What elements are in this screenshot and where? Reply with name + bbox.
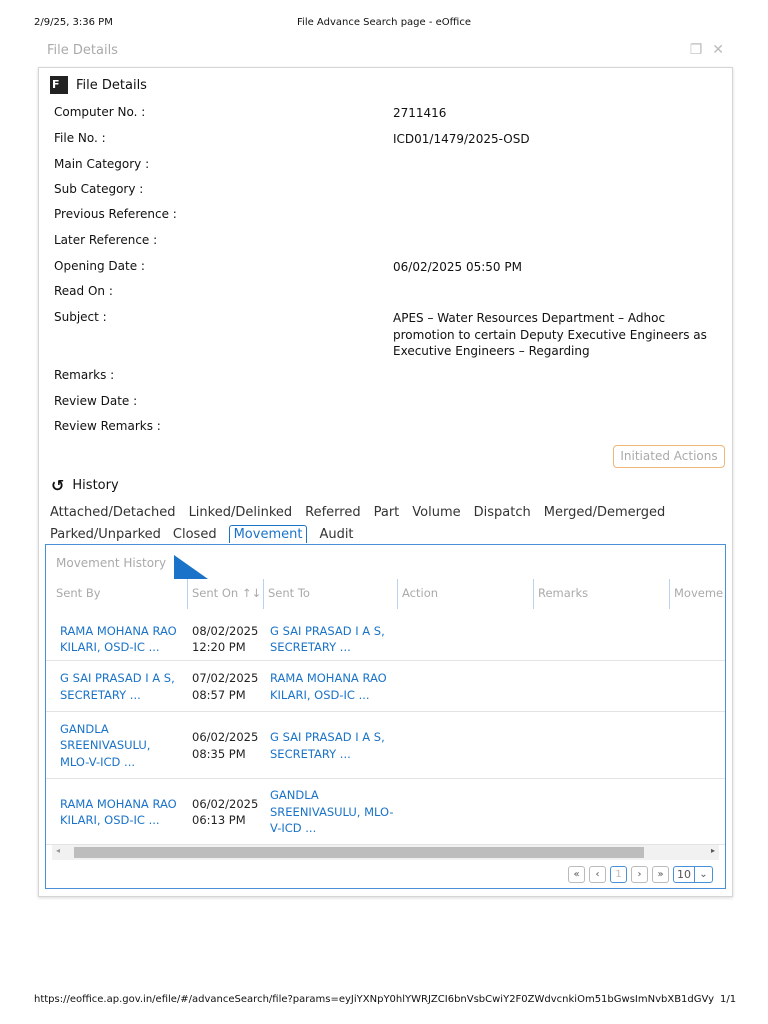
first-page-button[interactable]: « — [568, 866, 585, 883]
column-divider[interactable] — [669, 579, 670, 609]
tab-part[interactable]: Part — [374, 505, 400, 520]
field-value: APES – Water Resources Department – Adho… — [393, 311, 707, 358]
sent-by-link[interactable]: G SAI PRASAD I A S, SECRETARY ... — [60, 670, 182, 703]
page-size-select[interactable]: 10 ⌄ — [673, 866, 713, 883]
table-row[interactable]: G SAI PRASAD I A S, SECRETARY ... 07/02/… — [46, 661, 725, 712]
field-label: Computer No. : — [54, 105, 146, 119]
tab-volume[interactable]: Volume — [412, 505, 460, 520]
history-icon: ↺ — [51, 476, 65, 495]
scrollbar-thumb[interactable] — [74, 847, 644, 858]
field-label: Later Reference : — [54, 233, 158, 247]
tab-closed[interactable]: Closed — [173, 527, 217, 545]
field-label: Sub Category : — [54, 182, 144, 196]
tab-dispatch[interactable]: Dispatch — [474, 505, 531, 520]
close-icon[interactable]: ✕ — [712, 42, 724, 58]
column-divider[interactable] — [187, 579, 188, 609]
field-label: Review Date : — [54, 394, 138, 408]
tab-indicator — [174, 555, 208, 579]
column-divider[interactable] — [533, 579, 534, 609]
tab-attached-detached[interactable]: Attached/Detached — [50, 505, 176, 520]
field-value: 2711416 — [393, 106, 447, 120]
field-label: Opening Date : — [54, 259, 145, 273]
sent-by-link[interactable]: RAMA MOHANA RAO KILARI, OSD-IC ... — [60, 796, 182, 829]
column-divider[interactable] — [263, 579, 264, 609]
sent-on: 06/02/2025 08:35 PM — [192, 730, 259, 761]
movement-history-title: Movement History — [56, 556, 167, 570]
tab-linked-delinked[interactable]: Linked/Delinked — [189, 505, 293, 520]
tab-parked-unparked[interactable]: Parked/Unparked — [50, 527, 161, 545]
column-header[interactable]: Moveme — [674, 586, 723, 600]
sent-on: 07/02/2025 08:57 PM — [192, 671, 259, 702]
field-value: 06/02/2025 05:50 PM — [393, 260, 522, 274]
column-header[interactable]: Sent By — [56, 586, 101, 600]
chevron-down-icon: ⌄ — [694, 867, 712, 882]
movement-panel: Movement History Sent By Sent On ↑↓ Sent T… — [45, 544, 726, 889]
current-page[interactable]: 1 — [610, 866, 627, 883]
column-header[interactable]: Action — [402, 586, 438, 600]
initiated-actions-button[interactable]: Initiated Actions — [613, 445, 725, 468]
column-header[interactable]: Sent To — [268, 586, 310, 600]
column-header[interactable]: Sent On ↑↓ — [192, 586, 261, 600]
history-heading: History — [72, 478, 119, 493]
last-page-button[interactable]: » — [652, 866, 669, 883]
file-icon: F — [50, 76, 68, 94]
field-label: Read On : — [54, 284, 113, 298]
field-label: Review Remarks : — [54, 419, 161, 433]
field-label: Subject : — [54, 310, 107, 324]
sent-to-link[interactable]: G SAI PRASAD I A S, SECRETARY ... — [270, 623, 394, 656]
column-header[interactable]: Remarks — [538, 586, 588, 600]
sent-to-link[interactable]: RAMA MOHANA RAO KILARI, OSD-IC ... — [270, 670, 394, 703]
sent-on: 06/02/2025 06:13 PM — [192, 796, 259, 828]
sent-on: 08/02/2025 12:20 PM — [192, 623, 259, 655]
sent-by-link[interactable]: GANDLA SREENIVASULU, MLO-V-ICD ... — [60, 721, 182, 771]
field-label: File No. : — [54, 131, 106, 145]
dialog-title: File Details — [47, 43, 118, 58]
horizontal-scrollbar[interactable]: ◂ ▸ — [52, 845, 719, 860]
next-page-button[interactable]: › — [631, 866, 648, 883]
table-row[interactable]: RAMA MOHANA RAO KILARI, OSD-IC ... 08/02… — [46, 617, 725, 661]
tab-referred[interactable]: Referred — [305, 505, 360, 520]
print-url: https://eoffice.ap.gov.in/efile/#/advanc… — [34, 994, 714, 1005]
column-divider[interactable] — [397, 579, 398, 609]
field-label: Remarks : — [54, 368, 115, 382]
file-details-heading: File Details — [76, 77, 147, 93]
sent-to-link[interactable]: GANDLA SREENIVASULU, MLO-V-ICD ... — [270, 787, 394, 837]
print-page-number: 1/1 — [720, 994, 737, 1005]
sent-by-link[interactable]: RAMA MOHANA RAO KILARI, OSD-IC ... — [60, 623, 182, 656]
prev-page-button[interactable]: ‹ — [589, 866, 606, 883]
pagination: « ‹ 1 › » 10 ⌄ — [568, 866, 713, 883]
print-page-title: File Advance Search page - eOffice — [297, 17, 471, 28]
tab-merged-demerged[interactable]: Merged/Demerged — [544, 505, 666, 520]
tab-audit[interactable]: Audit — [319, 527, 353, 545]
table-row[interactable]: RAMA MOHANA RAO KILARI, OSD-IC ... 06/02… — [46, 779, 725, 845]
field-value: ICD01/1479/2025-OSD — [393, 132, 530, 146]
field-label: Previous Reference : — [54, 207, 177, 221]
page-size-value: 10 — [677, 868, 691, 881]
field-label: Main Category : — [54, 157, 150, 171]
table-row[interactable]: GANDLA SREENIVASULU, MLO-V-ICD ... 06/02… — [46, 712, 725, 779]
sent-to-link[interactable]: G SAI PRASAD I A S, SECRETARY ... — [270, 729, 394, 762]
restore-icon[interactable]: ❐ — [690, 42, 703, 58]
tab-movement[interactable]: Movement — [228, 525, 308, 543]
